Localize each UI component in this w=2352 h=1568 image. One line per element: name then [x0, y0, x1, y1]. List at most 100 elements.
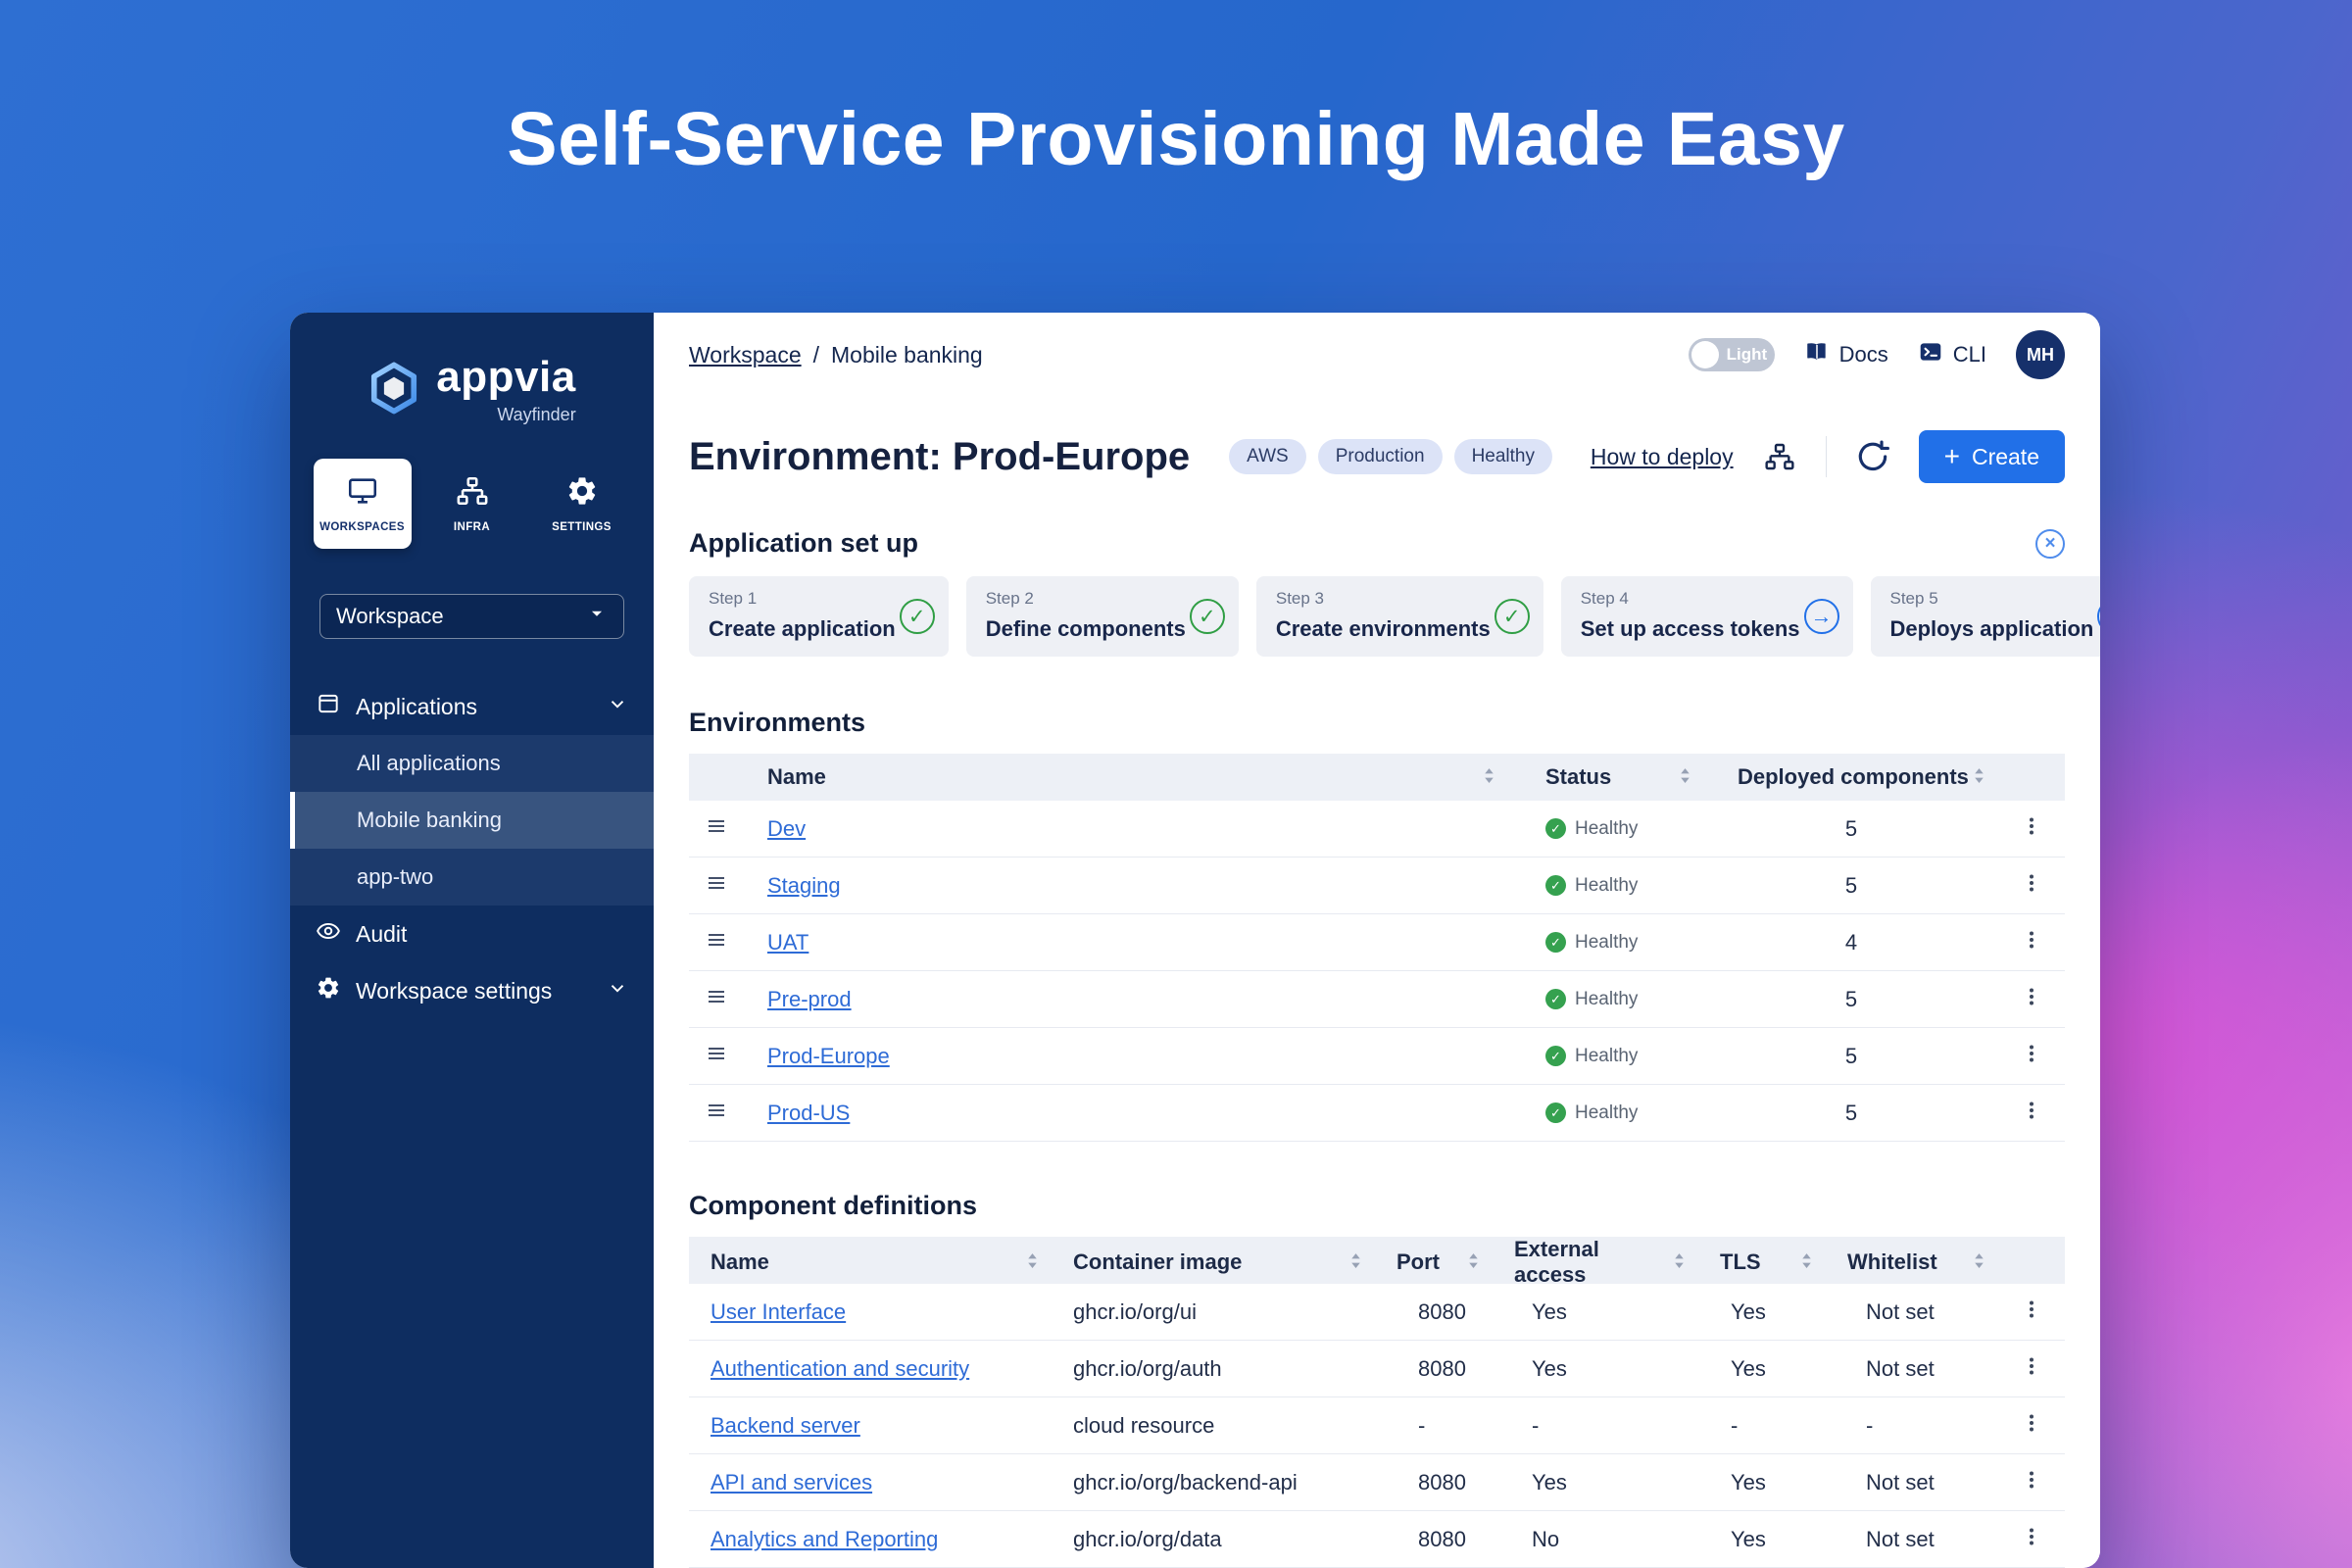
healthy-check-icon: ✓	[1545, 875, 1566, 896]
deployment-graph-icon[interactable]	[1757, 434, 1802, 479]
step-title: Create environments	[1276, 616, 1491, 642]
page-content: Environment: Prod-Europe AWS Production …	[654, 397, 2100, 1568]
col-whitelist: Whitelist	[1847, 1250, 1937, 1275]
kebab-menu-icon[interactable]	[2020, 814, 2043, 844]
environment-link[interactable]: Prod-US	[767, 1101, 850, 1125]
environment-link[interactable]: Pre-prod	[767, 987, 852, 1011]
sort-icon[interactable]	[1482, 764, 1496, 790]
tab-workspaces[interactable]: WORKSPACES	[314, 459, 412, 549]
sidebar-item-workspace-settings[interactable]: Workspace settings	[290, 962, 654, 1019]
kebab-menu-icon[interactable]	[2020, 928, 2043, 957]
breadcrumb-workspace[interactable]: Workspace	[689, 342, 802, 368]
environment-link[interactable]: Dev	[767, 816, 806, 841]
setup-title: Application set up	[689, 528, 918, 559]
external-access: Yes	[1493, 1470, 1698, 1495]
check-circle-icon: ✓	[1190, 599, 1225, 634]
external-access: -	[1493, 1413, 1698, 1439]
step-card-2[interactable]: Step 2 Define components ✓	[966, 576, 1239, 657]
kebab-menu-icon[interactable]	[2020, 1298, 2043, 1327]
status-badge: Healthy	[1575, 875, 1638, 897]
chevron-down-icon[interactable]	[607, 977, 628, 1004]
kebab-menu-icon[interactable]	[2020, 1411, 2043, 1441]
component-link[interactable]: User Interface	[710, 1299, 846, 1324]
chevron-down-icon[interactable]	[607, 693, 628, 720]
workspace-selector-label: Workspace	[336, 604, 444, 629]
main-panel: Workspace / Mobile banking Light D	[654, 313, 2100, 1568]
arrow-circle-icon[interactable]: →	[1804, 599, 1839, 634]
page-title: Environment: Prod-Europe	[689, 435, 1190, 479]
sidebar-item-applications[interactable]: Applications	[290, 678, 654, 735]
deployed-count: 5	[1704, 987, 1998, 1012]
sort-icon[interactable]	[1025, 1250, 1040, 1275]
badge-healthy: Healthy	[1454, 439, 1552, 474]
drag-handle-icon[interactable]	[705, 871, 728, 901]
sort-icon[interactable]	[1348, 1250, 1363, 1275]
workspace-selector[interactable]: Workspace	[319, 594, 624, 639]
drag-handle-icon[interactable]	[705, 985, 728, 1014]
step-card-4[interactable]: Step 4 Set up access tokens →	[1561, 576, 1853, 657]
environments-table-header: Name Status Deployed components	[689, 754, 2065, 801]
step-card-5[interactable]: Step 5 Deploys application →	[1871, 576, 2101, 657]
tab-workspaces-label: WORKSPACES	[319, 521, 405, 533]
environment-link[interactable]: UAT	[767, 930, 808, 955]
docs-button[interactable]: Docs	[1804, 339, 1888, 370]
drag-handle-icon[interactable]	[705, 814, 728, 844]
create-button[interactable]: + Create	[1919, 430, 2065, 483]
component-link[interactable]: Analytics and Reporting	[710, 1527, 938, 1551]
topbar: Workspace / Mobile banking Light D	[654, 313, 2100, 397]
chevron-down-icon	[586, 603, 608, 630]
sidebar: appvia Wayfinder WORKSPACES	[290, 313, 654, 1568]
step-card-1[interactable]: Step 1 Create application ✓	[689, 576, 949, 657]
refresh-icon[interactable]	[1850, 434, 1895, 479]
component-link[interactable]: API and services	[710, 1470, 872, 1494]
component-link[interactable]: Backend server	[710, 1413, 860, 1438]
kebab-menu-icon[interactable]	[2020, 1099, 2043, 1128]
tab-infra[interactable]: INFRA	[423, 459, 521, 549]
kebab-menu-icon[interactable]	[2020, 1042, 2043, 1071]
sidebar-item-all-applications[interactable]: All applications	[290, 735, 654, 792]
sidebar-item-app-two[interactable]: app-two	[290, 849, 654, 906]
theme-toggle-label: Light	[1727, 345, 1768, 365]
table-row: API and services ghcr.io/org/backend-api…	[689, 1454, 2065, 1511]
sidebar-item-audit[interactable]: Audit	[290, 906, 654, 962]
drag-handle-icon[interactable]	[705, 1099, 728, 1128]
tls: Yes	[1698, 1356, 1826, 1382]
col-status: Status	[1545, 764, 1611, 790]
sort-icon[interactable]	[1799, 1250, 1814, 1275]
components-section-header: Component definitions	[689, 1191, 2065, 1221]
kebab-menu-icon[interactable]	[2020, 1525, 2043, 1554]
components-table: Name Container image Port External acces…	[689, 1237, 2065, 1568]
how-to-deploy-link[interactable]: How to deploy	[1591, 444, 1734, 470]
environment-link[interactable]: Staging	[767, 873, 841, 898]
sidebar-item-audit-label: Audit	[356, 921, 407, 948]
kebab-menu-icon[interactable]	[2020, 985, 2043, 1014]
kebab-menu-icon[interactable]	[2020, 1354, 2043, 1384]
sort-icon[interactable]	[1672, 1250, 1687, 1275]
tab-settings[interactable]: SETTINGS	[533, 459, 631, 549]
sort-icon[interactable]	[1466, 1250, 1481, 1275]
sort-icon[interactable]	[1972, 1250, 1986, 1275]
col-external-access: External access	[1514, 1237, 1672, 1288]
sidebar-item-mobile-banking[interactable]: Mobile banking	[290, 792, 654, 849]
avatar[interactable]: MH	[2016, 330, 2065, 379]
healthy-check-icon: ✓	[1545, 1046, 1566, 1066]
drag-handle-icon[interactable]	[705, 1042, 728, 1071]
environments-table: Name Status Deployed components	[689, 754, 2065, 1142]
environment-link[interactable]: Prod-Europe	[767, 1044, 890, 1068]
close-icon[interactable]: ×	[2035, 529, 2065, 559]
title-row: Environment: Prod-Europe AWS Production …	[689, 430, 2065, 483]
sort-icon[interactable]	[1678, 764, 1692, 790]
theme-toggle[interactable]: Light	[1689, 338, 1775, 371]
kebab-menu-icon[interactable]	[2020, 1468, 2043, 1497]
drag-handle-icon[interactable]	[705, 928, 728, 957]
sidebar-item-applications-label: Applications	[356, 694, 477, 720]
col-tls: TLS	[1720, 1250, 1761, 1275]
cli-button[interactable]: CLI	[1918, 339, 1986, 370]
step-number: Step 4	[1581, 589, 1800, 609]
arrow-circle-icon[interactable]: →	[2097, 599, 2100, 634]
kebab-menu-icon[interactable]	[2020, 871, 2043, 901]
page-actions: How to deploy	[1591, 430, 2065, 483]
sort-icon[interactable]	[1972, 764, 1986, 790]
step-card-3[interactable]: Step 3 Create environments ✓	[1256, 576, 1544, 657]
component-link[interactable]: Authentication and security	[710, 1356, 969, 1381]
